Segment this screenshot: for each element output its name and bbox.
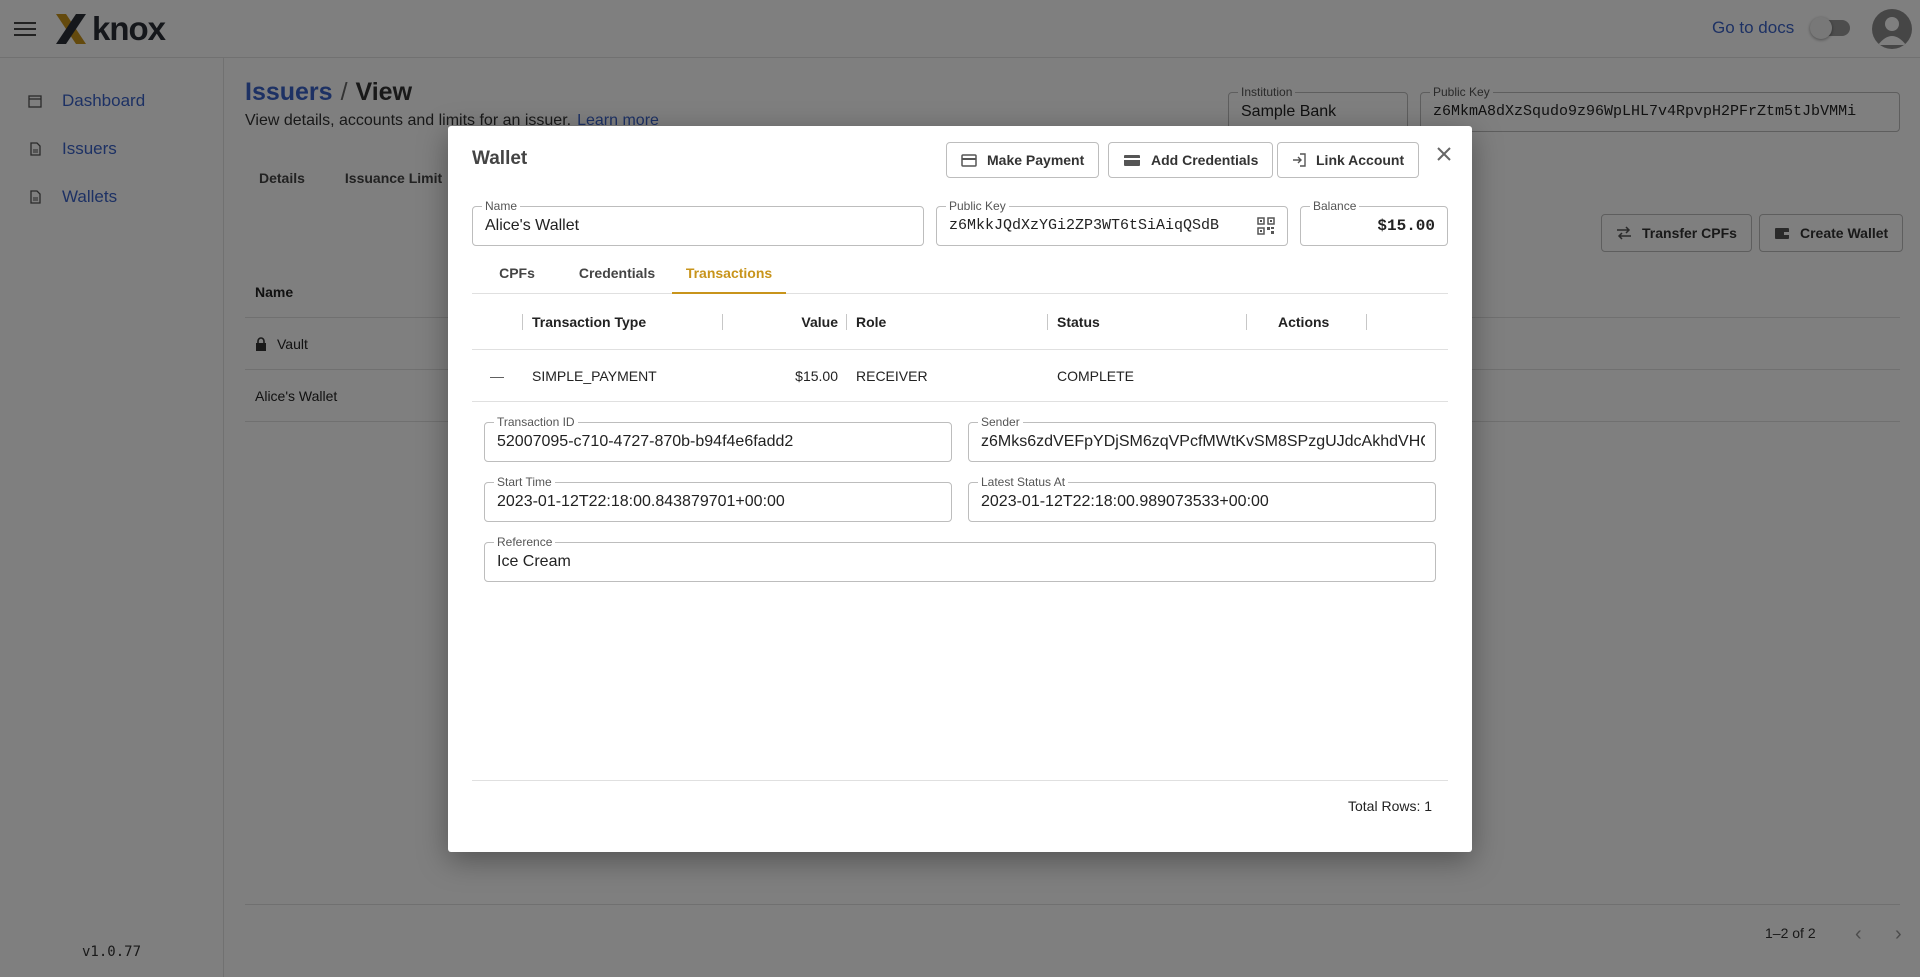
transaction-id-label: Transaction ID xyxy=(494,415,578,429)
tab-transactions[interactable]: Transactions xyxy=(672,252,786,294)
make-payment-label: Make Payment xyxy=(987,152,1085,168)
wallet-tabs: CPFs Credentials Transactions xyxy=(472,252,1448,294)
link-account-button[interactable]: Link Account xyxy=(1277,142,1420,178)
balance-label: Balance xyxy=(1310,199,1360,213)
balance-value: $15.00 xyxy=(1377,217,1435,235)
column-divider[interactable] xyxy=(846,314,847,330)
wallet-public-key-field[interactable]: Public Key z6MkkJQdXzYGi2ZP3WT6tSiAiqQSd… xyxy=(936,199,1288,246)
public-key-label: Public Key xyxy=(946,199,1009,213)
card-icon xyxy=(1124,154,1140,166)
column-header-status[interactable]: Status xyxy=(1057,314,1100,330)
reference-field[interactable]: Reference Ice Cream xyxy=(484,535,1436,582)
dialog-title: Wallet xyxy=(472,148,528,169)
wallet-dialog: Wallet Make Payment Add Credentials Link… xyxy=(448,126,1472,852)
login-icon xyxy=(1293,153,1306,167)
latest-status-field[interactable]: Latest Status At 2023-01-12T22:18:00.989… xyxy=(968,475,1436,522)
column-header-actions: Actions xyxy=(1278,314,1330,330)
column-header-transaction-type[interactable]: Transaction Type xyxy=(532,314,646,330)
collapse-row-icon[interactable]: — xyxy=(490,368,504,384)
start-time-field[interactable]: Start Time 2023-01-12T22:18:00.843879701… xyxy=(484,475,952,522)
sender-value: z6Mks6zdVEFpYDjSM6zqVPcfMWtKvSM8SPzgUJdc… xyxy=(981,433,1425,450)
qr-code-icon[interactable] xyxy=(1257,217,1275,235)
transaction-status-cell: COMPLETE xyxy=(1057,368,1135,384)
latest-status-value: 2023-01-12T22:18:00.989073533+00:00 xyxy=(981,493,1269,510)
reference-label: Reference xyxy=(494,535,556,549)
column-header-role[interactable]: Role xyxy=(856,314,886,330)
transaction-role-cell: RECEIVER xyxy=(856,368,928,384)
tab-cpfs[interactable]: CPFs xyxy=(472,252,562,294)
sender-field[interactable]: Sender z6Mks6zdVEFpYDjSM6zqVPcfMWtKvSM8S… xyxy=(968,415,1436,462)
latest-status-label: Latest Status At xyxy=(978,475,1069,489)
wallet-name-field[interactable]: Name Alice's Wallet xyxy=(472,199,924,246)
sender-label: Sender xyxy=(978,415,1023,429)
transaction-type-cell: SIMPLE_PAYMENT xyxy=(532,368,657,384)
transaction-value-cell: $15.00 xyxy=(795,368,838,384)
table-footer-divider xyxy=(472,780,1448,781)
column-divider[interactable] xyxy=(722,314,723,330)
total-rows-text: Total Rows: 1 xyxy=(1348,798,1433,814)
wallet-public-key-value: z6MkkJQdXzYGi2ZP3WT6tSiAiqQSdB xyxy=(949,217,1220,234)
table-row[interactable]: — SIMPLE_PAYMENT $15.00 RECEIVER COMPLET… xyxy=(472,350,1448,402)
column-divider[interactable] xyxy=(1047,314,1048,330)
column-divider[interactable] xyxy=(1366,314,1367,330)
name-label: Name xyxy=(482,199,521,213)
make-payment-button[interactable]: Make Payment xyxy=(946,142,1100,178)
transaction-id-field[interactable]: Transaction ID 52007095-c710-4727-870b-b… xyxy=(484,415,952,462)
add-credentials-button[interactable]: Add Credentials xyxy=(1108,142,1274,178)
start-time-value: 2023-01-12T22:18:00.843879701+00:00 xyxy=(497,493,785,510)
add-credentials-label: Add Credentials xyxy=(1151,152,1259,168)
reference-value: Ice Cream xyxy=(497,553,571,570)
column-divider[interactable] xyxy=(1246,314,1247,330)
wallet-name-value: Alice's Wallet xyxy=(485,217,580,234)
start-time-label: Start Time xyxy=(494,475,555,489)
transactions-table-header: Transaction Type Value Role Status Actio… xyxy=(472,294,1448,350)
column-header-value[interactable]: Value xyxy=(801,314,838,330)
credit-card-icon xyxy=(961,153,977,167)
column-divider[interactable] xyxy=(522,314,523,330)
close-icon[interactable] xyxy=(1434,144,1454,164)
tab-credentials[interactable]: Credentials xyxy=(562,252,672,294)
balance-field: Balance $15.00 xyxy=(1300,199,1448,246)
transaction-id-value: 52007095-c710-4727-870b-b94f4e6fadd2 xyxy=(497,433,794,450)
link-account-label: Link Account xyxy=(1316,152,1405,168)
